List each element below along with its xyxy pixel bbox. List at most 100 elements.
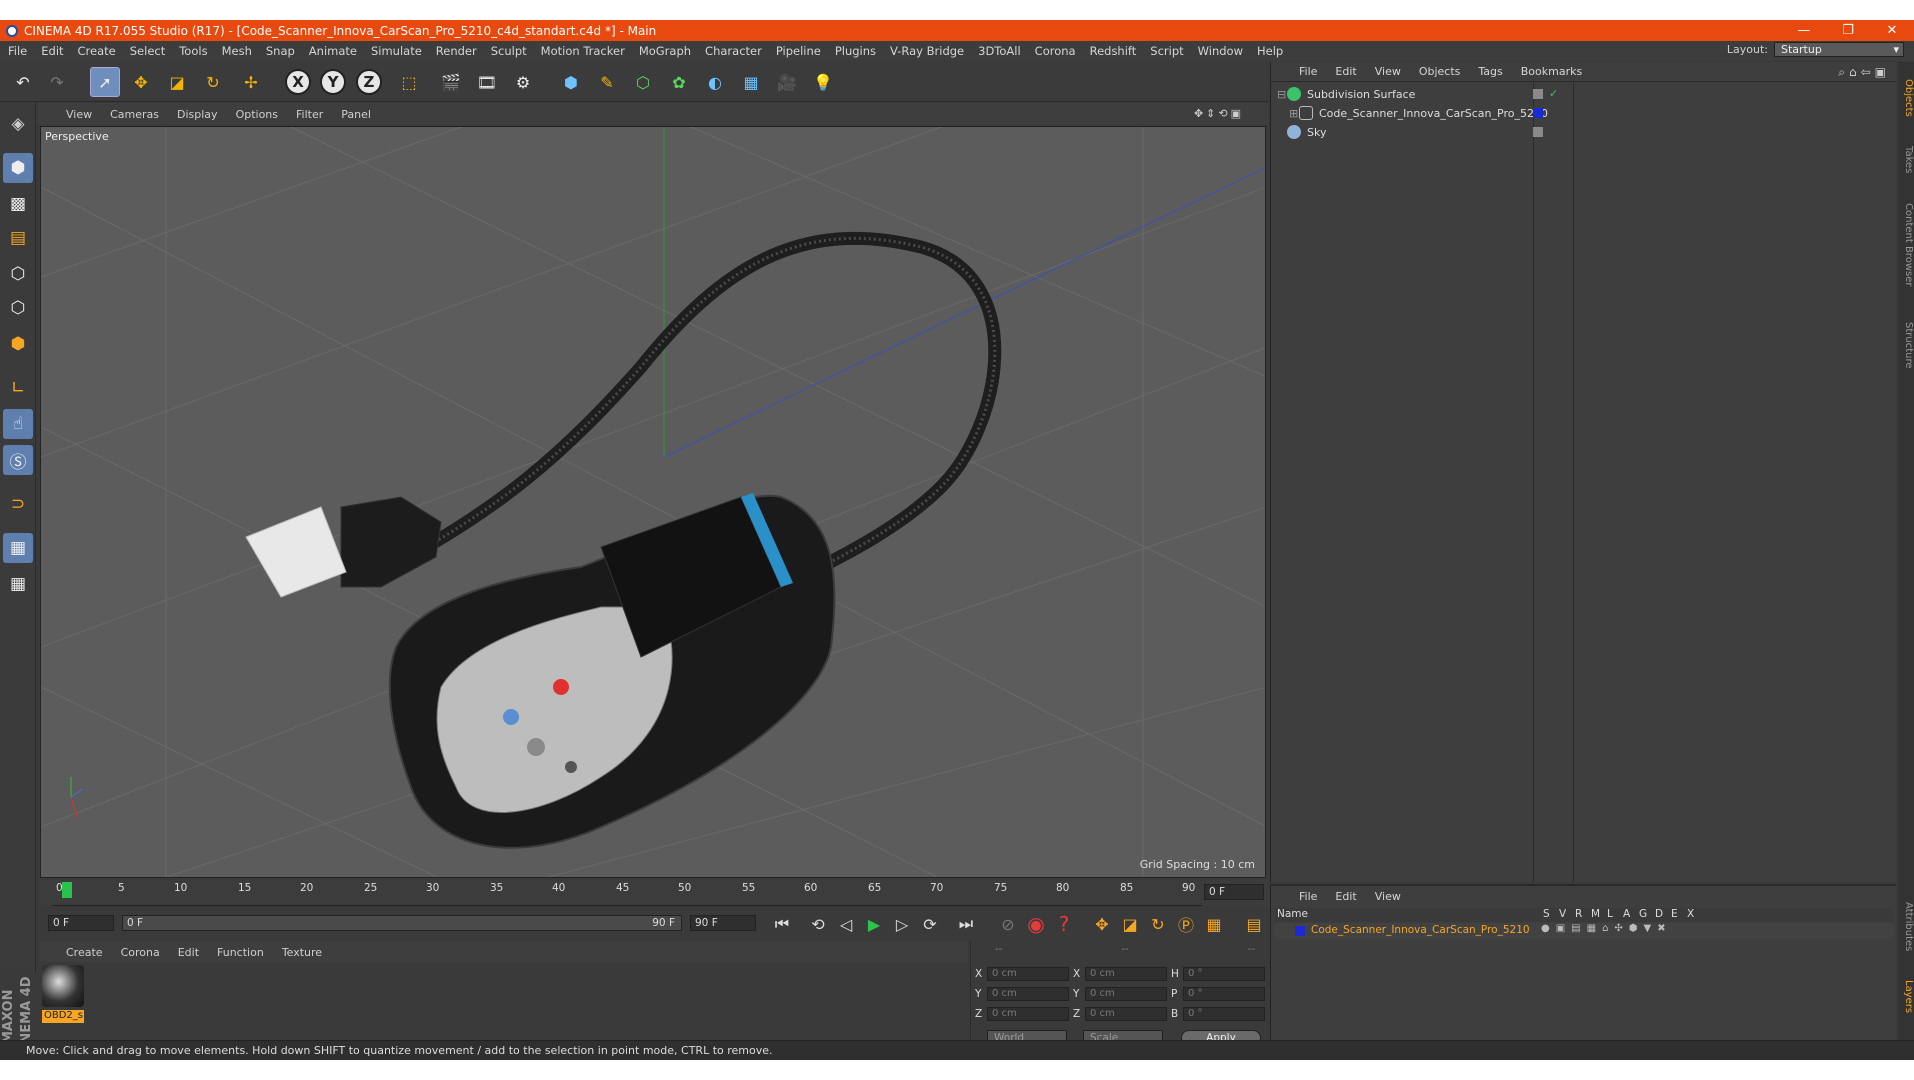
tab-takes[interactable]: Takes bbox=[1898, 140, 1914, 180]
layer-toggle-icons[interactable]: ●▣▤▦⌂✣⬢▼✖ bbox=[1541, 923, 1672, 934]
key-scale-icon[interactable]: ◪ bbox=[1118, 912, 1142, 936]
layer-color-icon[interactable] bbox=[1533, 108, 1543, 118]
viewport-menu-panel[interactable]: Panel bbox=[341, 108, 371, 121]
x-axis-lock-icon[interactable]: X bbox=[285, 69, 311, 95]
layer-row[interactable]: Code_Scanner_Innova_CarScan_Pro_5210 ●▣▤… bbox=[1275, 923, 1893, 939]
solo-mode-icon[interactable]: Ⓢ bbox=[3, 445, 33, 475]
menu-motion-tracker[interactable]: Motion Tracker bbox=[541, 44, 625, 58]
menu-create[interactable]: Create bbox=[78, 44, 116, 58]
position-x-field[interactable]: 0 cm bbox=[987, 967, 1069, 981]
model-mode-icon[interactable]: ⬢ bbox=[3, 153, 33, 183]
menu-pipeline[interactable]: Pipeline bbox=[776, 44, 821, 58]
end-frame-field[interactable]: 90 F bbox=[690, 915, 756, 931]
om-menu-tags[interactable]: Tags bbox=[1478, 65, 1502, 78]
object-name[interactable]: Code_Scanner_Innova_CarScan_Pro_5210 bbox=[1319, 107, 1548, 120]
menu-render[interactable]: Render bbox=[436, 44, 477, 58]
material-menu-function[interactable]: Function bbox=[217, 946, 264, 959]
tab-layers[interactable]: Layers bbox=[1898, 972, 1914, 1022]
snap-icon[interactable]: ⊃ bbox=[3, 489, 33, 519]
layer-name[interactable]: Code_Scanner_Innova_CarScan_Pro_5210 bbox=[1311, 924, 1530, 936]
rotation-p-field[interactable]: 0 ° bbox=[1183, 987, 1265, 1001]
tweak-mode-icon[interactable]: ☝ bbox=[3, 409, 33, 439]
key-parameter-icon[interactable]: Ⓟ bbox=[1174, 912, 1198, 936]
menu-edit[interactable]: Edit bbox=[41, 44, 63, 58]
menu-select[interactable]: Select bbox=[130, 44, 165, 58]
floor-scene-icon[interactable]: ▦ bbox=[736, 67, 766, 97]
position-y-field[interactable]: 0 cm bbox=[987, 987, 1069, 1001]
edges-mode-icon[interactable]: ⬡ bbox=[3, 293, 33, 323]
next-key-icon[interactable]: ⟳ bbox=[918, 912, 942, 936]
record-active-icon[interactable]: ◉ bbox=[1024, 912, 1048, 936]
key-pla-icon[interactable]: ▦ bbox=[1202, 912, 1226, 936]
lm-menu-edit[interactable]: Edit bbox=[1335, 890, 1356, 903]
rotate-tool-icon[interactable]: ↻ bbox=[198, 67, 228, 97]
menu-snap[interactable]: Snap bbox=[266, 44, 295, 58]
menu-simulate[interactable]: Simulate bbox=[371, 44, 422, 58]
visibility-toggle-icon[interactable] bbox=[1533, 127, 1543, 137]
maximize-button[interactable]: ❐ bbox=[1826, 20, 1870, 41]
material-menu-corona[interactable]: Corona bbox=[121, 946, 160, 959]
points-mode-icon[interactable]: ⬡ bbox=[3, 259, 33, 289]
make-editable-icon[interactable]: ◈ bbox=[3, 109, 33, 139]
layout-dropdown[interactable]: Startup bbox=[1774, 42, 1904, 57]
subdivision-surface-icon[interactable]: ⬡ bbox=[628, 67, 658, 97]
render-picture-viewer-icon[interactable]: 🎞 bbox=[472, 67, 502, 97]
material-menu-edit[interactable]: Edit bbox=[178, 946, 199, 959]
live-select-icon[interactable]: ➚ bbox=[90, 67, 120, 97]
recent-tool-icon[interactable]: ✢ bbox=[236, 67, 266, 97]
viewport-navigation-icons[interactable]: ✥⇕⟲▣ bbox=[1194, 107, 1244, 120]
render-view-icon[interactable]: 🎬 bbox=[436, 67, 466, 97]
collapse-icon[interactable]: ⊟ bbox=[1277, 88, 1287, 101]
material-preview[interactable] bbox=[42, 965, 84, 1007]
rotation-b-field[interactable]: 0 ° bbox=[1183, 1007, 1265, 1021]
object-row[interactable]: ⊞ Code_Scanner_Innova_CarScan_Pro_5210 bbox=[1277, 104, 1887, 122]
om-menu-objects[interactable]: Objects bbox=[1419, 65, 1461, 78]
light-icon[interactable]: 💡 bbox=[808, 67, 838, 97]
viewport-menu-view[interactable]: View bbox=[66, 108, 92, 121]
viewport-menu-filter[interactable]: Filter bbox=[296, 108, 323, 121]
camera-icon[interactable]: 🎥 bbox=[772, 67, 802, 97]
redo-icon[interactable]: ↷ bbox=[42, 67, 72, 97]
menu-vray-bridge[interactable]: V-Ray Bridge bbox=[890, 44, 964, 58]
timeline-playhead[interactable] bbox=[62, 882, 72, 898]
autokeying-icon[interactable]: ? bbox=[1052, 912, 1076, 936]
workplane-icon[interactable]: ▦ bbox=[3, 533, 33, 563]
locked-workplane-icon[interactable]: ▦ bbox=[3, 569, 33, 599]
next-frame-icon[interactable]: ▷ bbox=[890, 912, 914, 936]
timeline-ruler[interactable]: 0 5 10 15 20 25 30 35 40 45 50 55 60 65 … bbox=[40, 880, 1268, 906]
enable-axis-icon[interactable]: ∟ bbox=[3, 373, 33, 403]
lm-menu-file[interactable]: File bbox=[1299, 890, 1317, 903]
deformer-icon[interactable]: ◐ bbox=[700, 67, 730, 97]
layer-color-swatch[interactable] bbox=[1295, 926, 1305, 936]
workplane-mode-icon[interactable]: ▤ bbox=[3, 223, 33, 253]
size-x-field[interactable]: 0 cm bbox=[1085, 967, 1167, 981]
y-axis-lock-icon[interactable]: Y bbox=[320, 69, 346, 95]
menu-script[interactable]: Script bbox=[1150, 44, 1183, 58]
object-name[interactable]: Sky bbox=[1307, 126, 1326, 139]
menu-sculpt[interactable]: Sculpt bbox=[491, 44, 527, 58]
menu-animate[interactable]: Animate bbox=[309, 44, 357, 58]
perspective-viewport[interactable]: Perspective Grid Spacing : 10 cm bbox=[40, 126, 1266, 878]
motion-record-icon[interactable]: ⊘ bbox=[996, 912, 1020, 936]
position-z-field[interactable]: 0 cm bbox=[987, 1007, 1069, 1021]
viewport-menu-options[interactable]: Options bbox=[236, 108, 278, 121]
menu-window[interactable]: Window bbox=[1198, 44, 1243, 58]
material-name[interactable]: OBD2_s bbox=[42, 1010, 84, 1023]
viewport-menu-cameras[interactable]: Cameras bbox=[110, 108, 159, 121]
close-button[interactable]: ✕ bbox=[1870, 20, 1914, 41]
previous-frame-icon[interactable]: ◁ bbox=[834, 912, 858, 936]
om-search-icon[interactable]: ⌕⌂⇦▣ bbox=[1838, 65, 1890, 80]
enabled-check-icon[interactable]: ✓ bbox=[1549, 87, 1559, 100]
menu-help[interactable]: Help bbox=[1257, 44, 1283, 58]
rotation-h-field[interactable]: 0 ° bbox=[1183, 967, 1265, 981]
viewport-menu-display[interactable]: Display bbox=[177, 108, 218, 121]
om-menu-edit[interactable]: Edit bbox=[1335, 65, 1356, 78]
tab-structure[interactable]: Structure bbox=[1898, 310, 1914, 380]
size-y-field[interactable]: 0 cm bbox=[1085, 987, 1167, 1001]
material-menu-create[interactable]: Create bbox=[66, 946, 103, 959]
mograph-cloner-icon[interactable]: ✿ bbox=[664, 67, 694, 97]
texture-mode-icon[interactable]: ▩ bbox=[3, 189, 33, 219]
visibility-toggle-icon[interactable] bbox=[1533, 89, 1543, 99]
go-to-end-icon[interactable]: ⏭ bbox=[954, 912, 978, 936]
object-row[interactable]: Sky bbox=[1277, 123, 1887, 141]
